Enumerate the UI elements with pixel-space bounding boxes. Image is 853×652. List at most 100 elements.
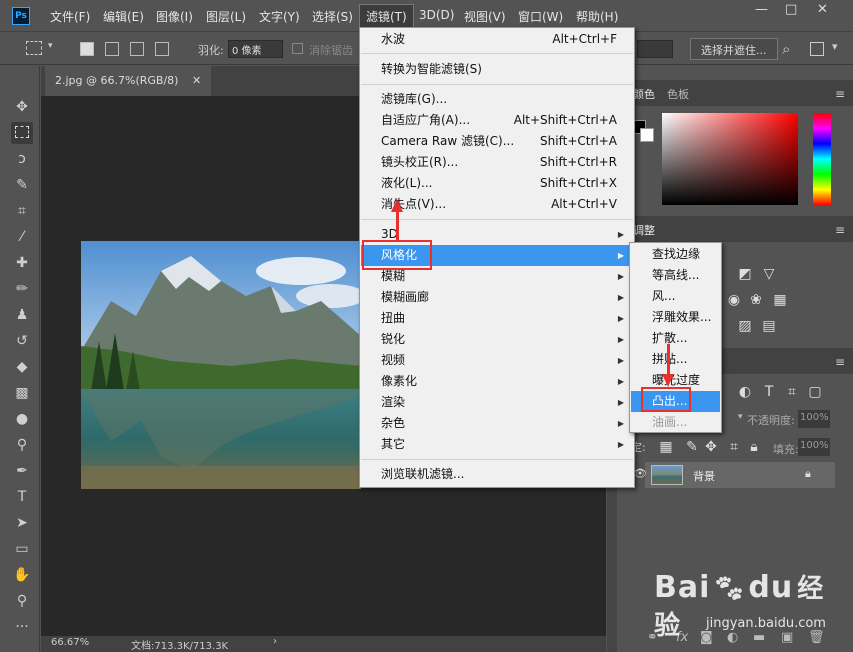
more-tools-icon[interactable]: ··· (11, 616, 33, 638)
submenu-item-wind[interactable]: 风... (631, 286, 720, 307)
feather-input[interactable]: 0 像素 (228, 40, 283, 58)
maximize-button[interactable]: □ (785, 2, 797, 17)
stamp-tool-icon[interactable]: ♟ (11, 304, 33, 326)
color-lookup-icon[interactable]: ▦ (772, 292, 788, 308)
menu-window[interactable]: 窗口(W) (518, 8, 563, 25)
menu-item-filter-gallery[interactable]: 滤镜库(G)... (361, 89, 633, 110)
quick-select-tool-icon[interactable]: ✎ (11, 174, 33, 196)
menu-item-ripple[interactable]: 水波 Alt+Ctrl+F (361, 29, 633, 50)
canvas-image[interactable] (81, 241, 361, 489)
submenu-item-emboss[interactable]: 浮雕效果... (631, 307, 720, 328)
selective-color-icon[interactable]: ▨ (737, 318, 753, 334)
healing-brush-tool-icon[interactable]: ✚ (11, 252, 33, 274)
menu-item-camera-raw[interactable]: Camera Raw 滤镜(C)... Shift+Ctrl+A (361, 131, 633, 152)
lock-artboard-icon[interactable]: ⌗ (726, 439, 742, 455)
pen-tool-icon[interactable]: ✒ (11, 460, 33, 482)
hand-tool-icon[interactable]: ✋ (11, 564, 33, 586)
dodge-tool-icon[interactable]: ⚲ (11, 434, 33, 456)
history-brush-tool-icon[interactable]: ↺ (11, 330, 33, 352)
camera-icon[interactable]: ◉ (726, 292, 742, 308)
levels-icon[interactable]: ◩ (737, 266, 753, 282)
menu-layer[interactable]: 图层(L) (206, 8, 246, 25)
smart-filter-icon[interactable]: ▢ (807, 384, 823, 400)
menu-item-pixelate[interactable]: 像素化 ▶ (361, 371, 633, 392)
menu-select[interactable]: 选择(S) (312, 8, 353, 25)
close-button[interactable]: ✕ (817, 2, 828, 17)
move-tool-icon[interactable]: ✥ (11, 96, 33, 118)
color-field[interactable] (662, 113, 798, 205)
document-info[interactable]: 文档:713.3K/713.3K (131, 637, 228, 652)
lock-paint-icon[interactable]: ✎ (684, 439, 700, 455)
adjustments-panel-menu-icon[interactable]: ≡ (835, 223, 845, 237)
layers-panel-menu-icon[interactable]: ≡ (835, 355, 845, 369)
zoom-level[interactable]: 66.67% (51, 637, 89, 648)
background-color-swatch[interactable] (640, 128, 654, 142)
menu-3d[interactable]: 3D(D) (419, 8, 454, 22)
marquee-preset-icon[interactable] (26, 41, 42, 55)
layer-row-background[interactable]: 👁︎ 背景 🔒︎ (633, 462, 835, 488)
submenu-item-find-edges[interactable]: 查找边缘 (631, 244, 720, 265)
menu-item-lens-correction[interactable]: 镜头校正(R)... Shift+Ctrl+R (361, 152, 633, 173)
menu-item-adaptive-wide-angle[interactable]: 自适应广角(A)... Alt+Shift+Ctrl+A (361, 110, 633, 131)
adjustment-filter-icon[interactable]: ◐ (737, 384, 753, 400)
menu-item-distort[interactable]: 扭曲 ▶ (361, 308, 633, 329)
opacity-input[interactable]: 100% (798, 410, 830, 428)
subtract-selection-icon[interactable] (130, 42, 144, 56)
workspace-chevron-icon[interactable]: ▾ (832, 40, 838, 53)
gradient-fill-icon[interactable]: ▤ (761, 318, 777, 334)
status-arrow-icon[interactable]: › (273, 636, 277, 647)
submenu-item-contour[interactable]: 等高线... (631, 265, 720, 286)
crop-tool-icon[interactable]: ⌗ (11, 200, 33, 222)
menu-type[interactable]: 文字(Y) (259, 8, 300, 25)
type-tool-icon[interactable]: T (11, 486, 33, 508)
tab-color[interactable]: 颜色 (633, 86, 655, 102)
menu-item-render[interactable]: 渲染 ▶ (361, 392, 633, 413)
brush-tool-icon[interactable]: ✏ (11, 278, 33, 300)
marquee-tool-icon[interactable] (11, 122, 33, 144)
menu-item-sharpen[interactable]: 锐化 ▶ (361, 329, 633, 350)
antialias-checkbox[interactable] (292, 43, 303, 54)
visibility-eye-icon[interactable]: 👁︎ (633, 467, 647, 480)
menu-item-blur-gallery[interactable]: 模糊画廊 ▶ (361, 287, 633, 308)
lasso-tool-icon[interactable]: ↄ (11, 148, 33, 170)
menu-item-liquify[interactable]: 液化(L)... Shift+Ctrl+X (361, 173, 633, 194)
gradient-map-icon[interactable]: ▽ (761, 266, 777, 282)
menu-view[interactable]: 视图(V) (464, 8, 506, 25)
shape-filter-icon[interactable]: ⌗ (784, 384, 800, 400)
path-select-tool-icon[interactable]: ➤ (11, 512, 33, 534)
gradient-tool-icon[interactable]: ▩ (11, 382, 33, 404)
menu-help[interactable]: 帮助(H) (576, 8, 618, 25)
menu-item-noise[interactable]: 杂色 ▶ (361, 413, 633, 434)
rectangle-tool-icon[interactable]: ▭ (11, 538, 33, 560)
minimize-button[interactable]: — (755, 2, 768, 17)
submenu-item-diffuse[interactable]: 扩散... (631, 328, 720, 349)
menu-file[interactable]: 文件(F) (50, 8, 90, 25)
lock-position-icon[interactable]: ✥ (703, 439, 719, 455)
tab-adjustments[interactable]: 调整 (633, 222, 655, 238)
zoom-tool-icon[interactable]: ⚲ (11, 590, 33, 612)
chevron-down-icon[interactable]: ▾ (48, 41, 53, 51)
tab-swatches[interactable]: 色板 (667, 86, 689, 102)
lock-pixels-icon[interactable]: ▦ (658, 439, 674, 455)
blur-tool-icon[interactable]: ● (11, 408, 33, 430)
menu-item-smart-filter[interactable]: 转换为智能滤镜(S) (361, 59, 633, 80)
menu-filter[interactable]: 滤镜(T) (359, 4, 414, 28)
menu-item-video[interactable]: 视频 ▶ (361, 350, 633, 371)
select-and-mask-button[interactable]: 选择并遮住... (690, 38, 778, 60)
hue-slider[interactable] (813, 113, 831, 205)
document-tab[interactable]: 2.jpg @ 66.7%(RGB/8) ✕ (45, 66, 212, 96)
eyedropper-tool-icon[interactable]: ⁄ (11, 226, 33, 248)
channel-mixer-icon[interactable]: ❀ (748, 292, 764, 308)
height-input[interactable] (637, 40, 673, 58)
lock-all-icon[interactable]: 🔒︎ (746, 439, 762, 455)
menu-item-other[interactable]: 其它 ▶ (361, 434, 633, 455)
intersect-selection-icon[interactable] (155, 42, 169, 56)
submenu-item-tiles[interactable]: 拼贴... (631, 349, 720, 370)
search-icon[interactable]: ⌕ (782, 40, 790, 58)
fill-input[interactable]: 100% (798, 438, 830, 456)
type-filter-icon[interactable]: T (761, 384, 777, 400)
workspace-icon[interactable] (810, 42, 824, 56)
eraser-tool-icon[interactable]: ◆ (11, 356, 33, 378)
new-selection-icon[interactable] (80, 42, 94, 56)
menu-edit[interactable]: 编辑(E) (103, 8, 144, 25)
